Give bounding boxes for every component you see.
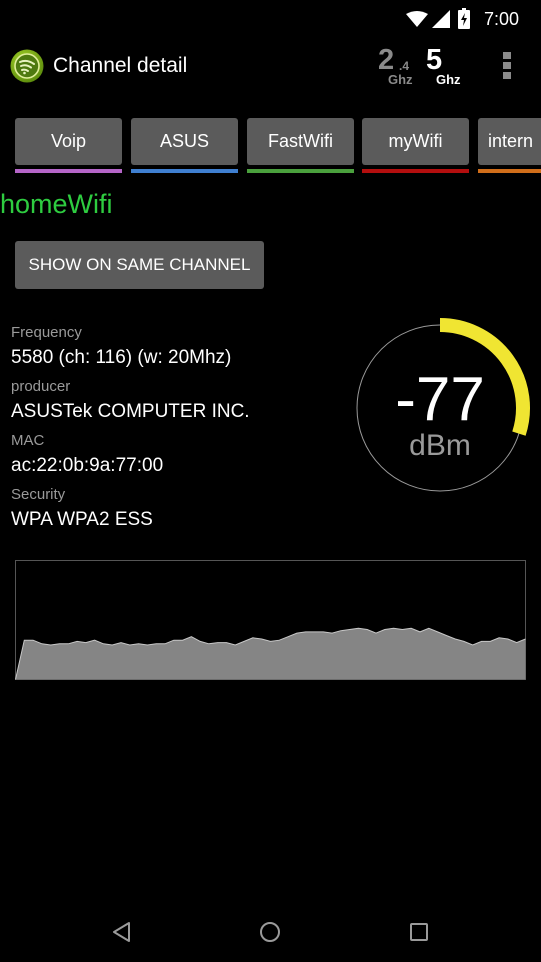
band-2-4ghz-button[interactable]: 2 .4 Ghz (376, 44, 420, 88)
signal-strength-gauge: -77 dBm (354, 316, 534, 496)
producer-value: ASUSTek COMPUTER INC. (11, 401, 250, 422)
network-ssid: homeWifi (0, 189, 113, 219)
band-5-unit: Ghz (436, 72, 461, 87)
band-5ghz-button[interactable]: 5 Ghz (424, 44, 468, 88)
navigation-bar (0, 902, 541, 962)
tab-mywifi[interactable]: myWifi (362, 118, 469, 174)
tab-color-indicator (478, 169, 541, 173)
frequency-label: Frequency (11, 324, 82, 341)
overflow-menu-icon[interactable] (500, 52, 514, 82)
tab-intern[interactable]: intern (478, 118, 541, 174)
band-2-4-decimal: .4 (399, 59, 410, 73)
signal-history-graph (15, 560, 526, 680)
tab-label: FastWifi (247, 118, 354, 165)
tab-fastwifi[interactable]: FastWifi (247, 118, 354, 174)
tab-label: intern (478, 118, 541, 165)
security-value: WPA WPA2 ESS (11, 509, 153, 530)
tab-label: myWifi (362, 118, 469, 165)
signal-reading: -77 (395, 365, 485, 434)
recents-icon[interactable] (404, 917, 434, 947)
cell-signal-icon (432, 10, 450, 28)
tab-color-indicator (362, 169, 469, 173)
mac-value: ac:22:0b:9a:77:00 (11, 455, 164, 476)
tab-label: ASUS (131, 118, 238, 165)
home-icon[interactable] (255, 917, 285, 947)
show-on-same-channel-button[interactable]: SHOW ON SAME CHANNEL (15, 241, 264, 289)
network-details: Frequency 5580 (ch: 116) (w: 20Mhz) prod… (11, 323, 250, 539)
battery-charging-icon (458, 8, 470, 29)
tab-label: Voip (15, 118, 122, 165)
wifi-app-icon (10, 49, 44, 83)
tab-color-indicator (247, 169, 354, 173)
tab-asus[interactable]: ASUS (131, 118, 238, 174)
mac-label: MAC (11, 432, 45, 449)
tab-voip[interactable]: Voip (15, 118, 122, 174)
network-tabs: Voip ASUS FastWifi myWifi intern (0, 118, 541, 174)
producer-label: producer (11, 378, 71, 395)
action-bar: Channel detail 2 .4 Ghz 5 Ghz (0, 38, 541, 96)
signal-unit: dBm (409, 429, 471, 462)
tab-color-indicator (131, 169, 238, 173)
page-title: Channel detail (53, 54, 188, 77)
security-label: Security (11, 486, 66, 503)
wifi-icon (406, 11, 428, 27)
frequency-value: 5580 (ch: 116) (w: 20Mhz) (11, 347, 232, 368)
back-icon[interactable] (106, 917, 136, 947)
band-2-4-unit: Ghz (388, 72, 413, 87)
status-bar: 7:00 (0, 0, 541, 38)
clock: 7:00 (483, 9, 519, 29)
tab-color-indicator (15, 169, 122, 173)
